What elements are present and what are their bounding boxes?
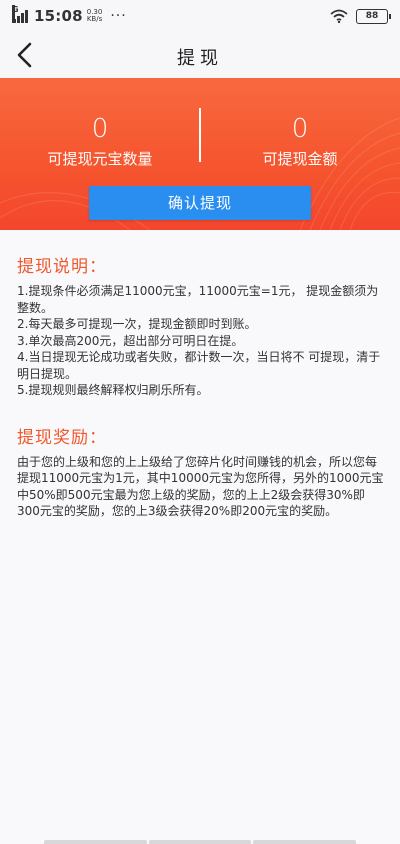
status-bar: G 15:08 0.30 KB/s ··· 88 — [0, 0, 400, 33]
rewards-text: 由于您的上级和您的上上级给了您碎片化时间赚钱的机会，所以您每提现11000元宝为… — [17, 454, 384, 519]
more-notifications-icon: ··· — [110, 8, 127, 24]
withdraw-amount-label: 可提现金额 — [262, 150, 338, 168]
bottom-gesture-bar — [44, 840, 357, 844]
gesture-segment — [44, 840, 147, 844]
ingot-count-value: 0 — [91, 114, 109, 144]
ingot-count-stat: 0 可提现元宝数量 — [0, 114, 200, 169]
rule-line: 5.提现规则最终解释权归刷乐所有。 — [17, 383, 209, 397]
gesture-segment — [148, 840, 252, 844]
ingot-count-label: 可提现元宝数量 — [47, 150, 153, 168]
rule-line: 4.当日提现无论成功或者失败，都计数一次，当日将不 可提现，清于明日提现。 — [17, 350, 381, 381]
withdraw-banner: 0 可提现元宝数量 0 可提现金额 确认提现 — [0, 78, 400, 230]
withdraw-rules-section: 提现说明： 1.提现条件必须满足11000元宝，11000元宝=1元， 提现金额… — [17, 252, 387, 399]
withdraw-amount-stat: 0 可提现金额 — [200, 114, 400, 169]
page-title: 提现 — [177, 48, 223, 69]
confirm-withdraw-button[interactable]: 确认提现 — [89, 186, 311, 220]
gesture-segment — [253, 840, 357, 844]
rule-line: 1.提现条件必须满足11000元宝，11000元宝=1元， 提现金额须为整数。 — [17, 284, 379, 315]
battery-icon: 88 — [356, 8, 391, 24]
rule-line: 3.单次最高200元，超出部分可明日在提。 — [17, 333, 244, 348]
rule-line: 2.每天最多可提现一次，提现金额即时到账。 — [17, 317, 257, 331]
withdraw-rewards-section: 提现奖励： 由于您的上级和您的上上级给了您碎片化时间赚钱的机会，所以您每提现11… — [17, 423, 387, 520]
status-left: G 15:08 0.30 KB/s ··· — [12, 5, 127, 26]
wifi-icon — [330, 9, 348, 23]
withdraw-rewards-title: 提现奖励： — [17, 427, 107, 448]
withdraw-amount-value: 0 — [291, 114, 309, 144]
status-time: 15:08 — [34, 7, 83, 25]
withdraw-rules-title: 提现说明： — [17, 257, 107, 277]
network-speed-unit: KB/s — [86, 15, 103, 23]
network-speed: 0.30 KB/s — [87, 9, 103, 23]
nav-bar: 提现 — [0, 33, 400, 78]
cellular-signal-icon: G — [12, 5, 30, 23]
content: 提现说明： 1.提现条件必须满足11000元宝，11000元宝=1元， 提现金额… — [17, 252, 387, 520]
status-right: 88 — [330, 7, 391, 25]
